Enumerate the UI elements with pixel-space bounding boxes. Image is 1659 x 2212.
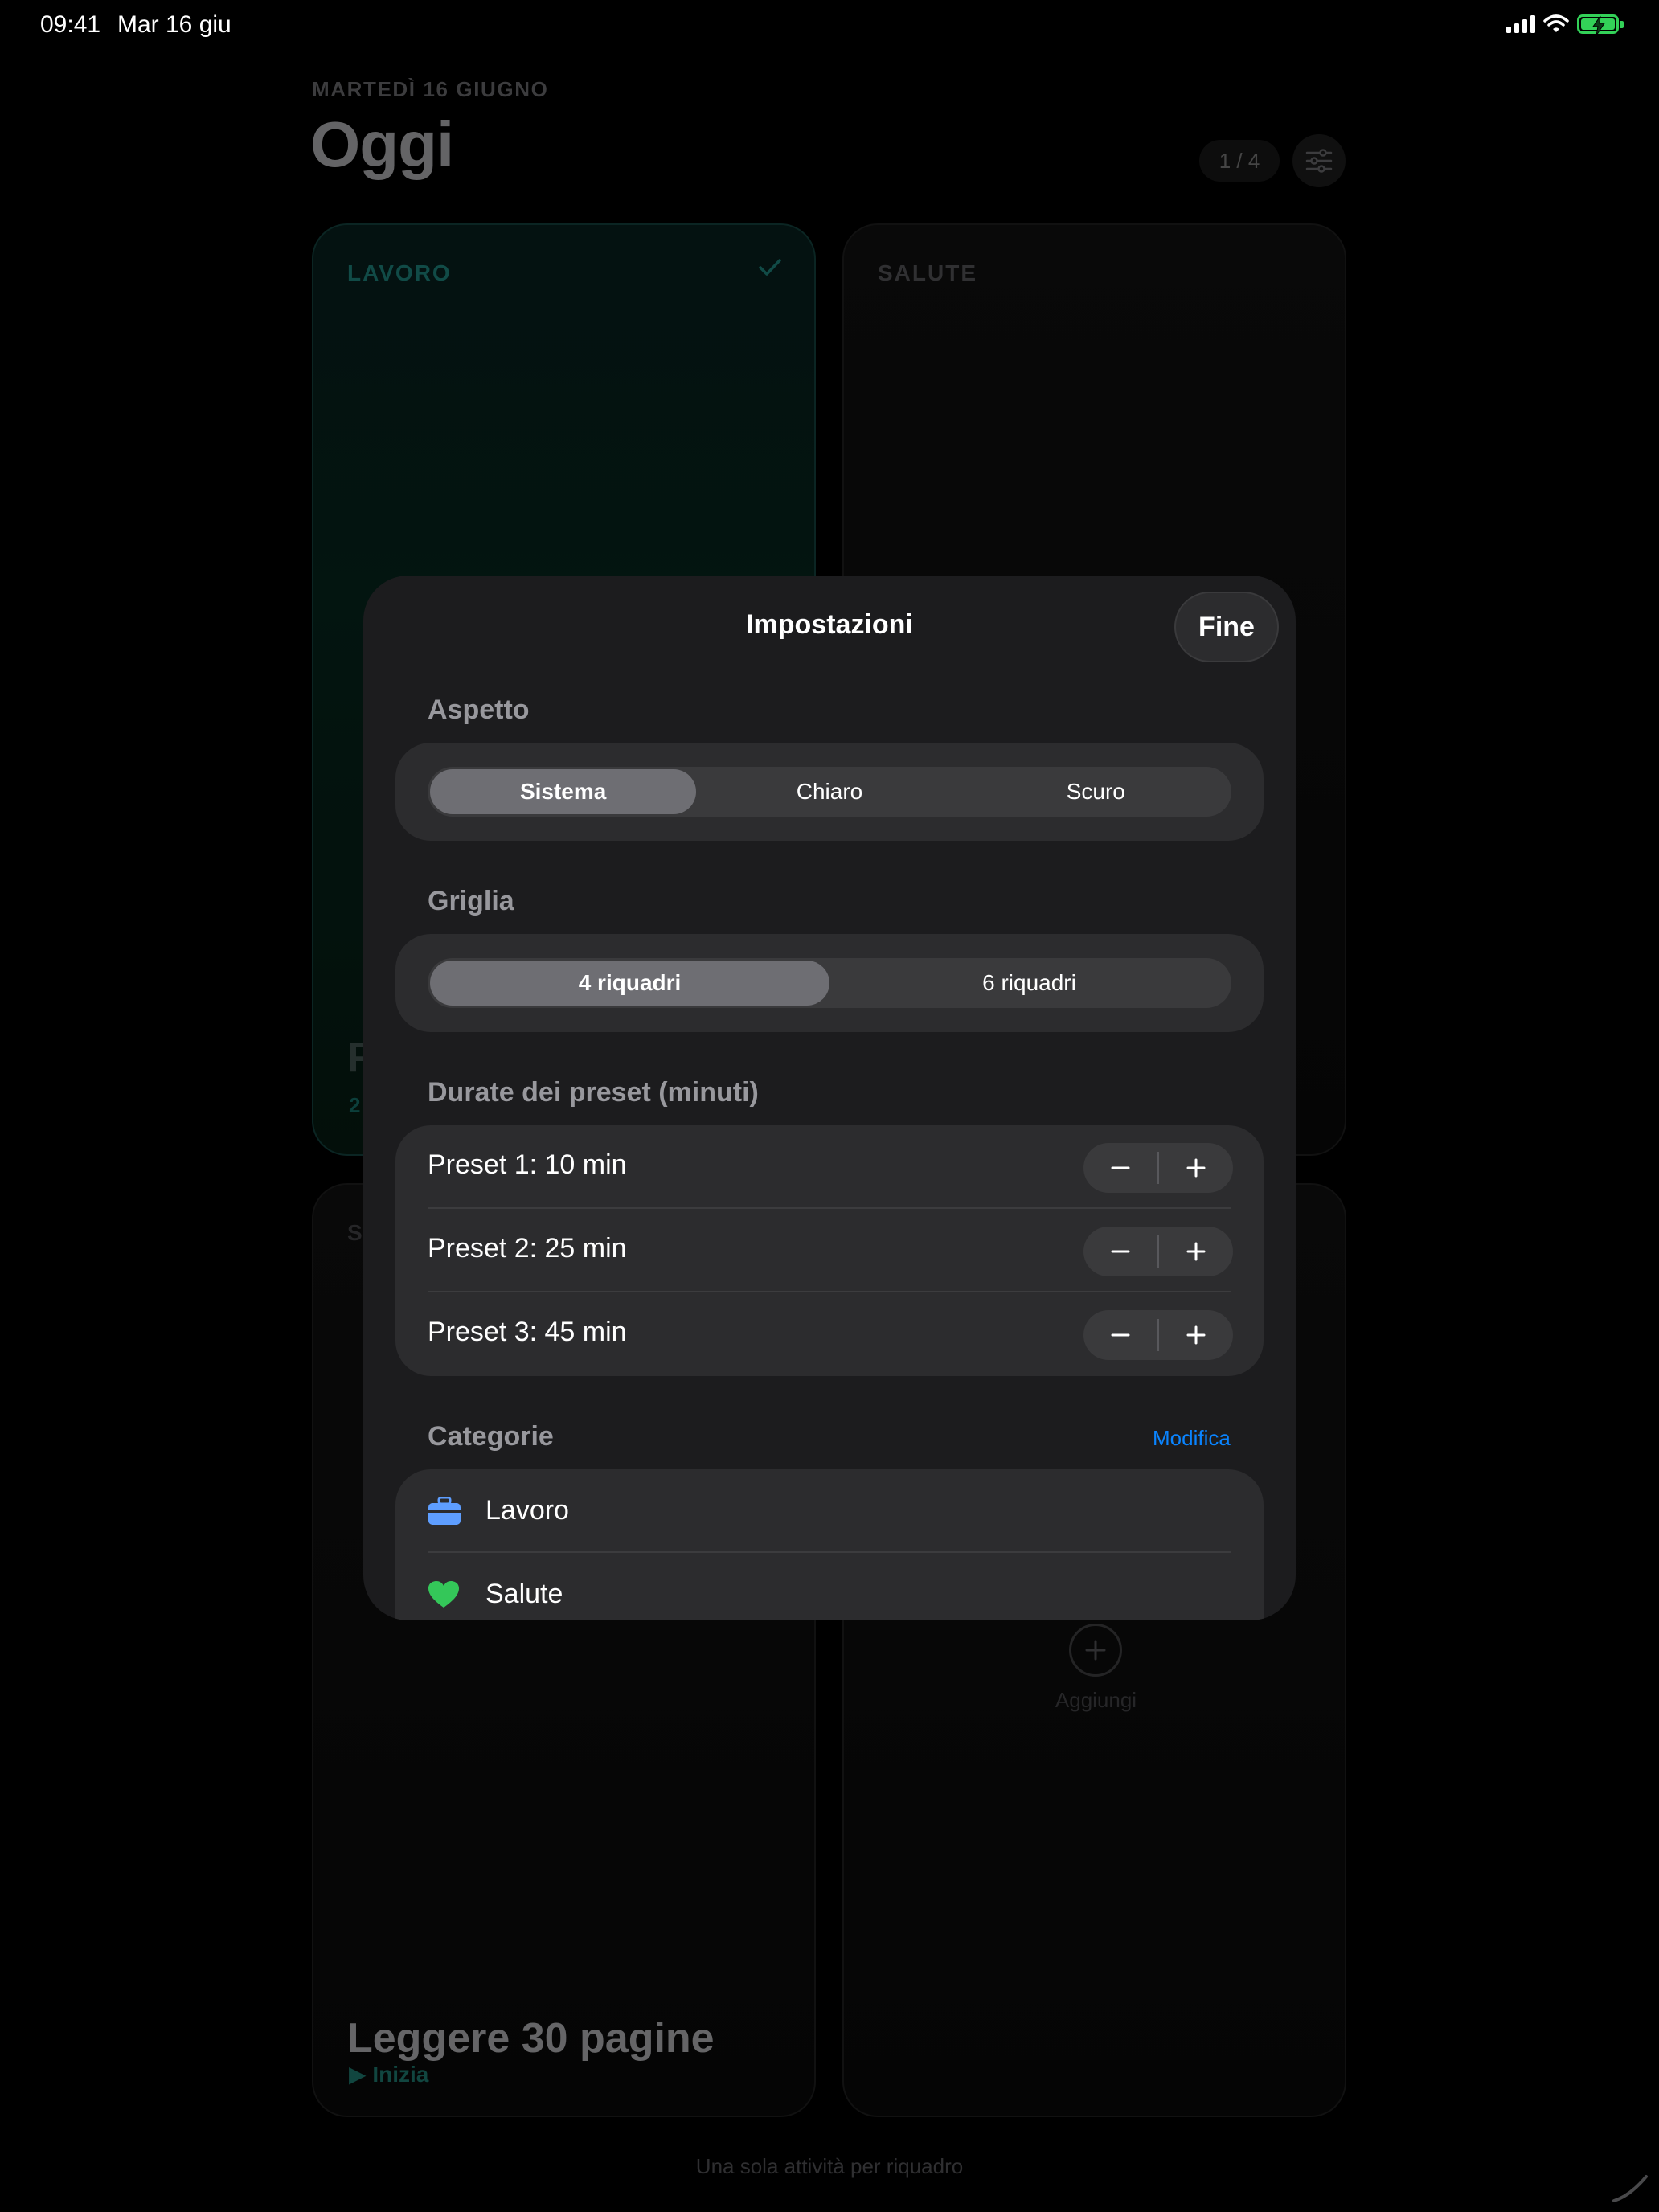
categories-section: Lavoro Salute xyxy=(395,1469,1264,1620)
decrement-button[interactable] xyxy=(1083,1310,1157,1360)
settings-sheet: Impostazioni Fine Aspetto Sistema Chiaro… xyxy=(363,576,1296,1620)
minus-icon xyxy=(1111,1250,1130,1253)
sheet-title: Impostazioni xyxy=(746,609,913,640)
charging-bolt-icon xyxy=(1592,15,1605,36)
category-row[interactable]: Lavoro xyxy=(395,1469,1264,1553)
plus-icon xyxy=(1186,1325,1206,1345)
plus-icon xyxy=(1186,1242,1206,1261)
segment-chiaro[interactable]: Chiaro xyxy=(696,769,962,814)
presets-section: Preset 1: 10 min Preset 2: 25 min Preset… xyxy=(395,1125,1264,1376)
preset-row: Preset 2: 25 min xyxy=(395,1209,1264,1292)
battery-icon xyxy=(1577,14,1624,36)
grid-header: Griglia xyxy=(428,886,514,916)
preset-stepper xyxy=(1083,1310,1233,1360)
minus-icon xyxy=(1111,1333,1130,1337)
status-time: 09:41 xyxy=(40,11,101,38)
preset-label: Preset 3: 45 min xyxy=(428,1317,627,1347)
grid-section: 4 riquadri 6 riquadri xyxy=(395,934,1264,1032)
plus-icon xyxy=(1186,1158,1206,1178)
category-row[interactable]: Salute xyxy=(395,1553,1264,1620)
preset-stepper xyxy=(1083,1143,1233,1193)
category-label: Lavoro xyxy=(485,1495,569,1526)
status-indicators xyxy=(1506,14,1624,36)
preset-label: Preset 2: 25 min xyxy=(428,1233,627,1264)
increment-button[interactable] xyxy=(1159,1310,1233,1360)
segment-4-tiles[interactable]: 4 riquadri xyxy=(430,961,830,1006)
status-bar: 09:41 Mar 16 giu xyxy=(0,0,1659,51)
app-root: MARTEDÌ 16 GIUGNO Oggi 1 / 4 LAVORO F 2 … xyxy=(0,0,1659,2212)
heart-icon xyxy=(428,1581,459,1608)
minus-icon xyxy=(1111,1166,1130,1169)
segment-scuro[interactable]: Scuro xyxy=(963,769,1229,814)
appearance-section: Sistema Chiaro Scuro xyxy=(395,743,1264,841)
briefcase-icon xyxy=(428,1497,461,1525)
appearance-header: Aspetto xyxy=(428,694,530,725)
edit-categories-button[interactable]: Modifica xyxy=(1153,1426,1231,1451)
decrement-button[interactable] xyxy=(1083,1143,1157,1193)
category-label: Salute xyxy=(485,1579,563,1609)
preset-row: Preset 3: 45 min xyxy=(395,1292,1264,1376)
segment-sistema[interactable]: Sistema xyxy=(430,769,697,814)
increment-button[interactable] xyxy=(1159,1227,1233,1276)
status-date: Mar 16 giu xyxy=(117,11,231,38)
increment-button[interactable] xyxy=(1159,1143,1233,1193)
categories-header: Categorie xyxy=(428,1421,554,1452)
grid-segmented-control: 4 riquadri 6 riquadri xyxy=(428,958,1231,1008)
segment-6-tiles[interactable]: 6 riquadri xyxy=(830,961,1229,1006)
done-button[interactable]: Fine xyxy=(1174,592,1279,662)
preset-row: Preset 1: 10 min xyxy=(395,1125,1264,1209)
preset-label: Preset 1: 10 min xyxy=(428,1149,627,1180)
presets-header: Durate dei preset (minuti) xyxy=(428,1077,759,1108)
wifi-icon xyxy=(1543,14,1569,32)
cellular-signal-icon xyxy=(1506,15,1535,33)
decrement-button[interactable] xyxy=(1083,1227,1157,1276)
preset-stepper xyxy=(1083,1227,1233,1276)
appearance-segmented-control: Sistema Chiaro Scuro xyxy=(428,767,1231,817)
